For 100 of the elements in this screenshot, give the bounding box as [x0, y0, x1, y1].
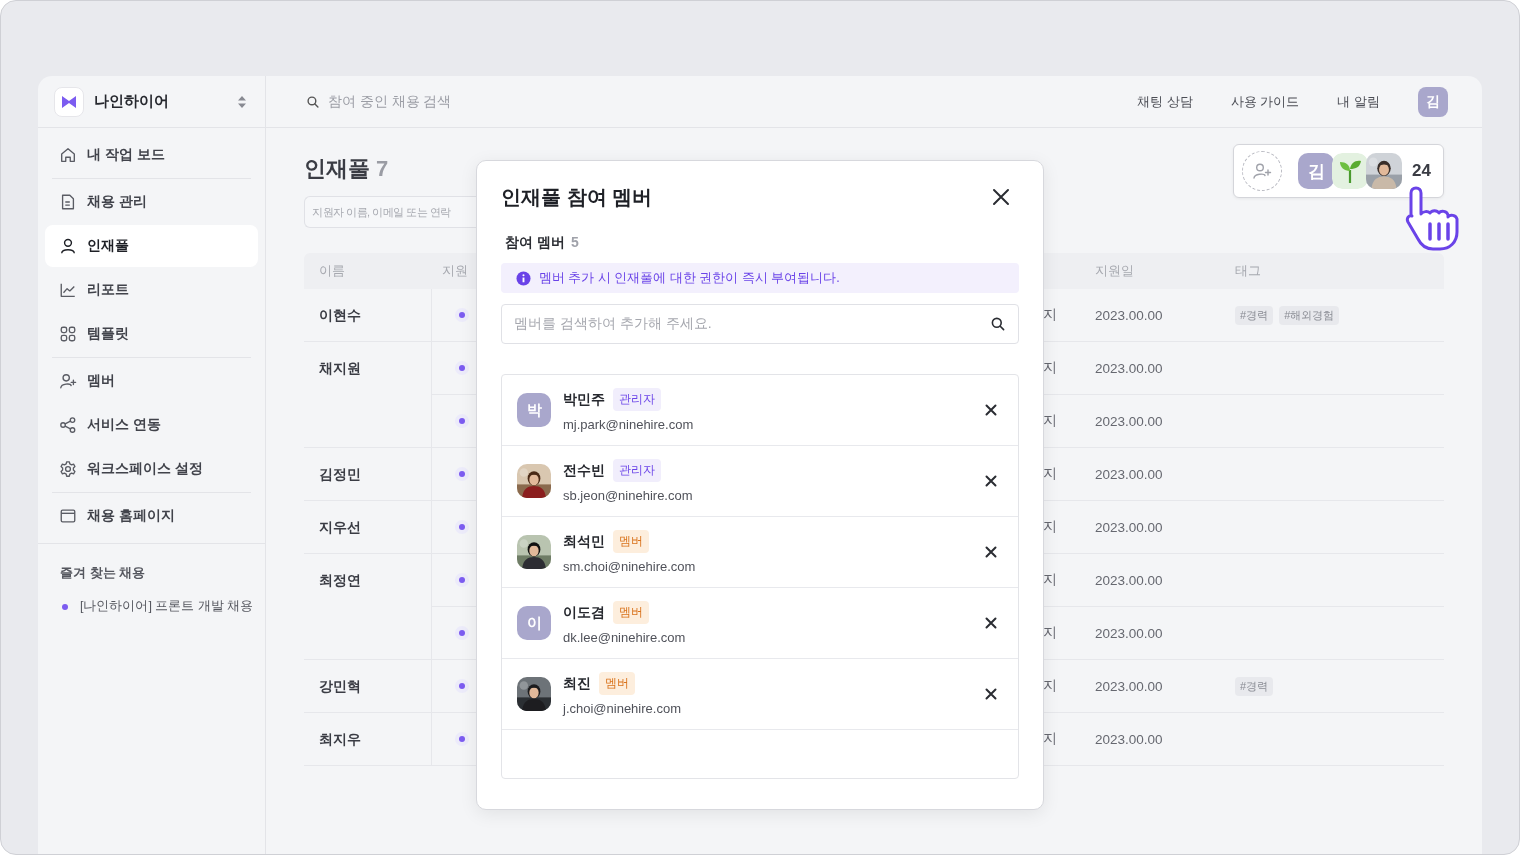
add-user-icon: [1252, 161, 1273, 181]
tag: #경력: [1235, 305, 1274, 325]
tag: #해외경험: [1279, 305, 1340, 325]
member-email: mj.park@ninehire.com: [563, 417, 695, 432]
sidebar-item[interactable]: 내 작업 보드: [45, 134, 258, 176]
date-cell-text: 2023.00.00: [1094, 413, 1164, 429]
member-avatar: 박: [517, 393, 551, 427]
member-email: j.choi@ninehire.com: [563, 701, 682, 716]
status-dot: [459, 312, 465, 318]
status-cell-text: 지: [1043, 730, 1058, 748]
member-name: 박민주: [563, 390, 605, 409]
status-cell-text: 지: [1043, 677, 1058, 695]
page-title: 인재풀: [304, 155, 370, 183]
share-icon: [59, 416, 77, 434]
name-cell-text: 최지우: [318, 730, 362, 749]
logo-icon: [54, 86, 84, 117]
date-cell-text: 2023.00.00: [1094, 572, 1164, 588]
info-text: 멤버 추가 시 인재풀에 대한 권한이 즉시 부여됩니다.: [539, 269, 840, 287]
status-cell-text: 지: [1043, 518, 1058, 536]
member-avatar: 이: [517, 606, 551, 640]
home-icon: [59, 146, 77, 164]
section-title: 참여 멤버: [505, 234, 565, 252]
header-link[interactable]: 내 알림: [1337, 92, 1380, 111]
status-dot: [459, 577, 465, 583]
status-dot: [459, 683, 465, 689]
role-badge: 멤버: [613, 601, 649, 624]
column-header: 이름: [318, 262, 346, 280]
status-cell-text: 지: [1043, 359, 1058, 377]
sidebar-item[interactable]: 리포트: [45, 269, 258, 311]
participant-count: 24: [1412, 161, 1431, 181]
bullet-icon: [62, 603, 68, 610]
status-cell-text: 지: [1043, 624, 1058, 642]
header-link[interactable]: 사용 가이드: [1230, 92, 1300, 111]
status-dot: [459, 736, 465, 742]
sidebar-item[interactable]: 서비스 연동: [45, 404, 258, 446]
date-cell-text: 2023.00.00: [1094, 360, 1164, 376]
date-cell-text: 2023.00.00: [1094, 625, 1164, 641]
dialog-title: 인재풀 참여 멤버: [501, 184, 653, 210]
date-cell-text: 2023.00.00: [1094, 678, 1164, 694]
add-user-icon: [59, 372, 77, 390]
sort-arrows-icon[interactable]: [237, 94, 247, 109]
favorite-link[interactable]: [나인하이어] 프론트 개발 채용: [80, 598, 254, 615]
section-title: 즐겨 찾는 채용: [59, 564, 147, 582]
member-email: sb.jeon@ninehire.com: [563, 488, 694, 503]
member-avatar: 김: [1298, 153, 1335, 189]
name-cell-text: 최정연: [318, 571, 362, 590]
date-cell-text: 2023.00.00: [1094, 466, 1164, 482]
date-cell-text: 2023.00.00: [1094, 307, 1164, 323]
search-icon: [306, 94, 320, 109]
workspace-name: 나인하이어: [94, 92, 170, 111]
header-link[interactable]: 채팅 상담: [1137, 92, 1193, 111]
column-header: 지원: [441, 262, 469, 280]
member-name: 최석민: [563, 532, 605, 551]
date-cell-text: 2023.00.00: [1094, 519, 1164, 535]
name-cell-text: 지우선: [318, 518, 362, 537]
member-name: 최진: [563, 674, 591, 693]
settings-icon: [59, 460, 77, 478]
status-dot: [459, 630, 465, 636]
status-dot: [459, 365, 465, 371]
tag: #경력: [1235, 676, 1274, 696]
close-icon: [991, 187, 1011, 207]
name-cell-text: 이현수: [318, 306, 362, 325]
column-header: 태그: [1234, 262, 1262, 280]
sprout-icon: [1332, 153, 1369, 189]
name-cell-text: 강민혁: [318, 677, 362, 696]
close-icon: [985, 688, 997, 700]
status-dot: [459, 524, 465, 530]
close-icon: [985, 546, 997, 558]
status-cell-text: 지: [1043, 465, 1058, 483]
sidebar-item[interactable]: 워크스페이스 설정: [45, 448, 258, 490]
member-name: 전수빈: [563, 461, 605, 480]
role-badge: 멤버: [599, 672, 635, 695]
close-icon: [985, 617, 997, 629]
role-badge: 멤버: [613, 530, 649, 553]
sidebar-item[interactable]: 채용 관리: [45, 181, 258, 223]
member-name: 이도겸: [563, 603, 605, 622]
sidebar-item[interactable]: 채용 홈페이지: [45, 495, 258, 537]
role-badge: 관리자: [613, 459, 661, 482]
close-icon: [985, 404, 997, 416]
member-email: sm.choi@ninehire.com: [563, 559, 697, 574]
sidebar-item[interactable]: 멤버: [45, 360, 258, 402]
date-cell-text: 2023.00.00: [1094, 731, 1164, 747]
status-cell-text: 지: [1043, 571, 1058, 589]
status-dot: [459, 418, 465, 424]
document-icon: [59, 193, 77, 211]
search-icon: [990, 316, 1006, 332]
sidebar-item[interactable]: 템플릿: [45, 313, 258, 355]
participants-widget[interactable]: 김 24: [1233, 144, 1444, 198]
column-header: 지원일: [1094, 262, 1135, 280]
name-cell-text: 김정민: [318, 465, 362, 484]
close-icon: [985, 475, 997, 487]
line-chart-icon: [59, 281, 77, 299]
role-badge: 관리자: [613, 388, 661, 411]
count-label: 7: [376, 156, 389, 182]
member-email: dk.lee@ninehire.com: [563, 630, 687, 645]
name-cell-text: 채지원: [318, 359, 362, 378]
info-icon: [516, 270, 531, 286]
status-cell-text: 지: [1043, 306, 1058, 324]
sidebar-item[interactable]: 인재풀: [45, 225, 258, 267]
browser-window-icon: [59, 507, 77, 525]
